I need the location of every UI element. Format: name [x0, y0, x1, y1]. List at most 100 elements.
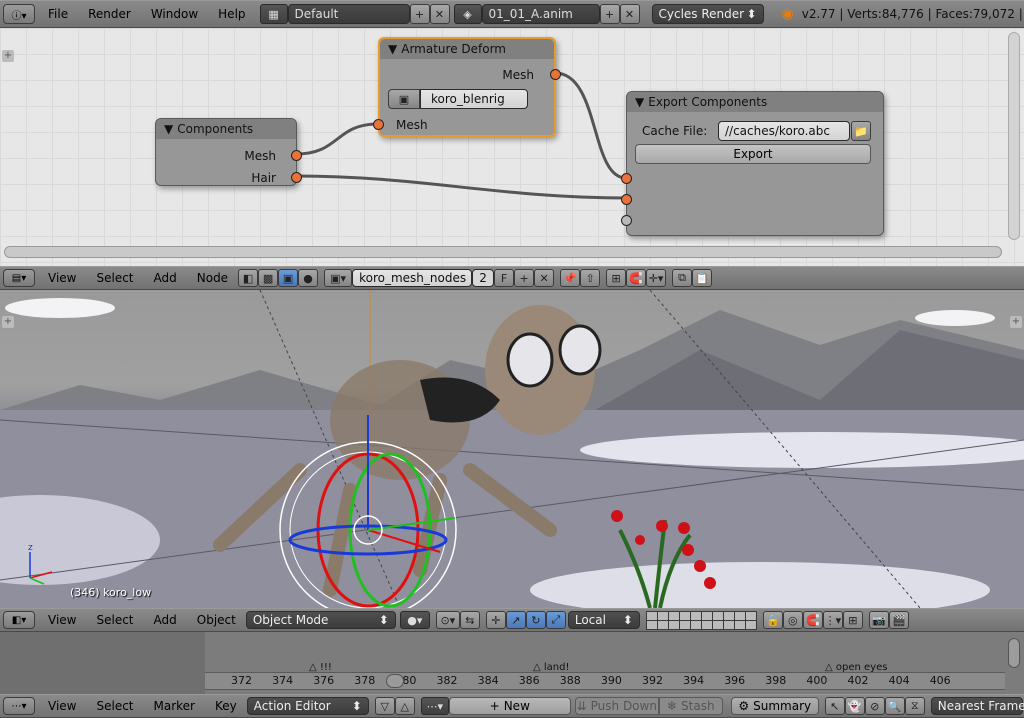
manipulator-axes-icon[interactable]: ✛	[485, 611, 506, 629]
armature-deform-node[interactable]: ▼ Armature Deform Mesh ▣ koro_blenrig Mes…	[373, 37, 561, 137]
render-animation-icon[interactable]: 🎬	[888, 611, 909, 629]
snap-toggle-icon[interactable]: 🧲	[626, 269, 647, 287]
unlink-node-tree-button[interactable]: ✕	[534, 269, 555, 287]
menu-help[interactable]: Help	[208, 4, 255, 24]
collapse-arrow-icon[interactable]: ▼	[388, 39, 397, 59]
snap-target-icon[interactable]: ⊞	[842, 611, 863, 629]
menu-view[interactable]: View	[38, 696, 86, 716]
menu-select[interactable]: Select	[86, 696, 143, 716]
armature-object-field[interactable]: koro_blenrig	[420, 89, 528, 109]
push-down-button[interactable]: ⇊ Push Down	[574, 697, 659, 715]
stash-button[interactable]: ❄ Stash	[658, 697, 723, 715]
proportional-edit-icon[interactable]: ◎	[782, 611, 803, 629]
pivot-point-icon[interactable]: ⊙▾	[435, 611, 460, 629]
node-tree-field[interactable]: koro_mesh_nodes	[352, 269, 473, 287]
add-screen-button[interactable]: +	[409, 4, 430, 24]
snap-mode-dropdown[interactable]: Nearest Frame	[930, 697, 1024, 715]
rotate-manipulator-icon[interactable]: ↻	[525, 611, 546, 629]
manipulator-toggle-icon[interactable]: ⇆	[459, 611, 480, 629]
collapse-arrow-icon[interactable]: ▼	[635, 92, 644, 112]
add-scene-button[interactable]: +	[599, 4, 620, 24]
timeline-marker[interactable]: △ open eyes	[825, 662, 887, 673]
editor-type-button[interactable]: ▤▾	[3, 269, 35, 287]
menu-window[interactable]: Window	[141, 4, 208, 24]
region-toggle-icon[interactable]: +	[2, 50, 14, 62]
copy-nodes-icon[interactable]: ⧉	[672, 269, 693, 287]
shading-dropdown[interactable]: ●▾	[399, 611, 430, 629]
menu-node[interactable]: Node	[187, 268, 238, 288]
dopesheet-area[interactable]: 372 374 376 378 380 382 384 386 388 390 392 394 396 3…	[0, 632, 1024, 694]
scale-manipulator-icon[interactable]: ⤢	[545, 611, 566, 629]
layer-prev-icon[interactable]: ▽	[374, 697, 395, 715]
screen-layout-field[interactable]: Default	[287, 4, 410, 24]
3d-viewport[interactable]: z (346) koro_low + +	[0, 290, 1024, 608]
node-editor[interactable]: ▼ Components Mesh Hair ▼ Armature Deform M…	[0, 28, 1024, 266]
backdrop-icon[interactable]: ⊞	[606, 269, 627, 287]
export-hair-input-socket[interactable]	[621, 194, 632, 205]
menu-object[interactable]: Object	[187, 610, 246, 630]
new-action-button[interactable]: + New	[448, 697, 571, 715]
vertical-scrollbar[interactable]	[1008, 32, 1020, 240]
menu-add[interactable]: Add	[144, 268, 187, 288]
render-image-icon[interactable]: 📷	[868, 611, 889, 629]
export-empty-input-socket[interactable]	[621, 215, 632, 226]
current-frame-indicator[interactable]	[386, 674, 404, 688]
editor-type-button[interactable]: ⓘ▾	[3, 4, 35, 24]
timeline-vertical-scrollbar[interactable]	[1008, 638, 1020, 668]
menu-select[interactable]: Select	[86, 268, 143, 288]
render-engine-dropdown[interactable]: Cycles Render ⬍	[651, 4, 764, 24]
hair-output-socket[interactable]	[291, 172, 302, 183]
pin-icon[interactable]: 📌	[560, 269, 581, 287]
screen-layout-icon[interactable]: ▦	[259, 4, 288, 24]
auto-snap-icon[interactable]: ⧖	[904, 697, 925, 715]
file-browse-icon[interactable]: 📁	[851, 121, 871, 141]
dopesheet-mode-dropdown[interactable]: Action Editor ⬍	[246, 697, 369, 715]
object-tree-icon[interactable]: ▣	[278, 269, 299, 287]
menu-key[interactable]: Key	[205, 696, 247, 716]
only-errors-icon[interactable]: ⊘	[864, 697, 885, 715]
timeline-marker[interactable]: △ land!	[533, 662, 569, 673]
filter-search-icon[interactable]: 🔍	[884, 697, 905, 715]
scene-icon[interactable]: ◈	[453, 4, 482, 24]
menu-add[interactable]: Add	[144, 610, 187, 630]
properties-toggle-icon[interactable]: +	[1010, 316, 1022, 328]
menu-render[interactable]: Render	[78, 4, 141, 24]
translate-manipulator-icon[interactable]: ↗	[505, 611, 526, 629]
texture-tree-icon[interactable]: ▩	[258, 269, 279, 287]
editor-type-button[interactable]: ⋯▾	[3, 697, 35, 715]
orientation-dropdown[interactable]: Local ⬍	[567, 611, 640, 629]
lock-layers-icon[interactable]: 🔒	[762, 611, 783, 629]
armature-mesh-output-socket[interactable]	[550, 69, 561, 80]
mode-dropdown[interactable]: Object Mode ⬍	[245, 611, 396, 629]
show-hidden-icon[interactable]: 👻	[844, 697, 865, 715]
armature-mesh-input-socket[interactable]	[373, 119, 384, 130]
menu-select[interactable]: Select	[86, 610, 143, 630]
collapse-arrow-icon[interactable]: ▼	[164, 119, 173, 139]
snap-element-icon[interactable]: ✛▾	[646, 269, 667, 287]
horizontal-scrollbar[interactable]	[4, 246, 1002, 258]
shader-tree-icon[interactable]: ◧	[238, 269, 259, 287]
snap-icon[interactable]: 🧲	[802, 611, 823, 629]
scene-field[interactable]: 01_01_A.anim	[481, 4, 600, 24]
layers-grid[interactable]	[645, 610, 757, 630]
armature-object-icon[interactable]: ▣	[388, 89, 420, 109]
editor-type-button[interactable]: ◧▾	[3, 611, 35, 629]
new-node-tree-button[interactable]: +	[514, 269, 535, 287]
export-mesh-input-socket[interactable]	[621, 173, 632, 184]
menu-view[interactable]: View	[38, 610, 86, 630]
menu-view[interactable]: View	[38, 268, 86, 288]
export-button[interactable]: Export	[635, 144, 871, 164]
layer-next-icon[interactable]: △	[394, 697, 415, 715]
delete-scene-button[interactable]: ✕	[619, 4, 640, 24]
mesh-output-socket[interactable]	[291, 150, 302, 161]
delete-screen-button[interactable]: ✕	[429, 4, 450, 24]
timeline-marker[interactable]: △ !!!	[309, 662, 332, 673]
export-components-node[interactable]: ▼ Export Components Cache File: //caches/…	[621, 91, 884, 236]
paste-nodes-icon[interactable]: 📋	[692, 269, 713, 287]
fake-user-button[interactable]: F	[494, 269, 515, 287]
parent-tree-icon[interactable]: ⇧	[580, 269, 601, 287]
tool-shelf-toggle-icon[interactable]: +	[2, 316, 14, 328]
components-node[interactable]: ▼ Components Mesh Hair	[155, 118, 302, 186]
action-browse-icon[interactable]: ⋯▾	[420, 697, 449, 715]
menu-marker[interactable]: Marker	[144, 696, 205, 716]
